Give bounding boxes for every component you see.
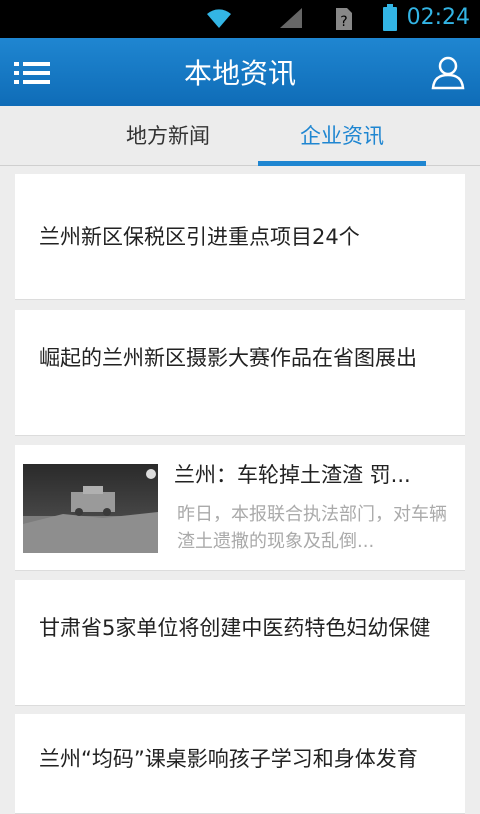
status-bar: ? 02:24: [0, 0, 480, 38]
news-item[interactable]: 甘肃省5家单位将创建中医药特色妇幼保健: [15, 580, 465, 706]
news-summary: 昨日，本报联合执法部门，对车辆渣土遗撒的现象及乱倒...: [177, 504, 447, 552]
news-headline: 兰州“均码”课桌影响孩子学习和身体发育: [39, 747, 418, 771]
news-headline: 崛起的兰州新区摄影大赛作品在省图展出: [39, 346, 417, 370]
news-headline: 甘肃省5家单位将创建中医药特色妇幼保健: [39, 616, 431, 640]
news-headline: 兰州：车轮掉土渣渣 罚...: [174, 463, 411, 487]
svg-text:?: ?: [340, 14, 347, 30]
news-headline: 兰州新区保税区引进重点项目24个: [39, 225, 360, 249]
app-header: 本地资讯: [0, 38, 480, 106]
signal-icon: [280, 8, 302, 28]
user-profile-icon[interactable]: [430, 54, 466, 90]
tab-bar: 地方新闻 企业资讯: [0, 106, 480, 166]
sim-icon: ?: [336, 8, 352, 30]
clock: 02:24: [406, 5, 470, 30]
page-title: 本地资讯: [183, 57, 296, 90]
news-thumbnail: [23, 464, 158, 553]
news-item[interactable]: 兰州新区保税区引进重点项目24个: [15, 174, 465, 300]
news-item[interactable]: 兰州“均码”课桌影响孩子学习和身体发育: [15, 714, 465, 814]
news-item[interactable]: 兰州：车轮掉土渣渣 罚... 昨日，本报联合执法部门，对车辆渣土遗撒的现象及乱倒…: [15, 445, 465, 571]
tab-local-news[interactable]: 地方新闻: [80, 106, 256, 166]
battery-icon: [383, 4, 397, 31]
tab-enterprise-news[interactable]: 企业资讯: [258, 106, 426, 166]
wifi-icon: [207, 9, 231, 28]
news-item[interactable]: 崛起的兰州新区摄影大赛作品在省图展出: [15, 310, 465, 436]
